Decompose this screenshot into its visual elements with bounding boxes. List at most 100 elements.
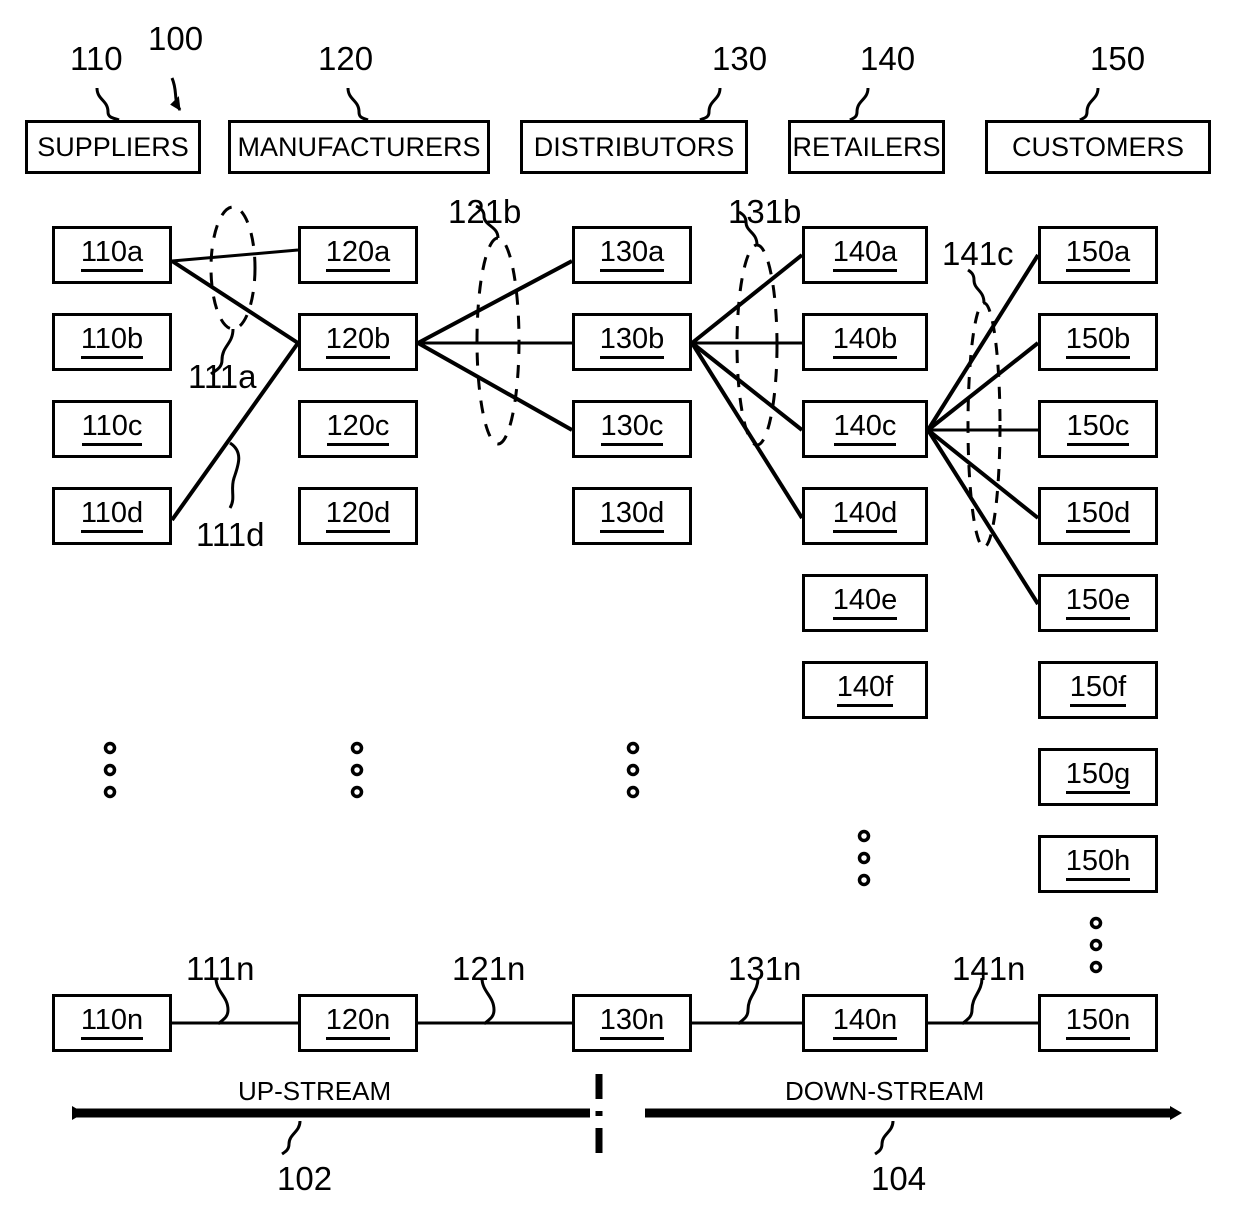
- ref-num-104: 104: [871, 1160, 927, 1197]
- node-label-150g: 150g: [1065, 760, 1131, 794]
- header-label-customers: CUSTOMERS: [1011, 131, 1185, 162]
- node-140c[interactable]: 140c: [802, 400, 928, 458]
- node-label-150a: 150a: [1065, 238, 1131, 272]
- upstream-label: UP-STREAM: [238, 1076, 392, 1106]
- header-label-distributors: DISTRIBUTORS: [533, 131, 735, 162]
- ref-num-120: 120: [318, 40, 374, 77]
- links-manufacturers-distributors: [417, 259, 573, 432]
- figure-number-arrow: [170, 77, 182, 111]
- link-marker-141c: [966, 268, 1002, 549]
- ref-num-121n: 121n: [452, 950, 526, 987]
- node-label-140b: 140b: [832, 325, 898, 359]
- node-label-150e: 150e: [1065, 586, 1131, 620]
- node-130c[interactable]: 130c: [572, 400, 692, 458]
- node-label-150h: 150h: [1065, 847, 1131, 881]
- patent-figure: 100 110 SUPPLIERS 120 MANUFACTURERS 130 …: [0, 0, 1240, 1223]
- ref-num-131n: 131n: [728, 950, 802, 987]
- node-130d[interactable]: 130d: [572, 487, 692, 545]
- node-120n[interactable]: 120n: [298, 994, 418, 1052]
- downstream-label: DOWN-STREAM: [785, 1076, 985, 1106]
- ref-num-141n: 141n: [952, 950, 1026, 987]
- node-label-150d: 150d: [1065, 499, 1131, 533]
- ref-num-150: 150: [1090, 40, 1146, 77]
- ref-num-140: 140: [860, 40, 916, 77]
- ellipsis-dots: [103, 741, 1103, 974]
- node-label-110n: 110n: [80, 1006, 144, 1040]
- node-label-140a: 140a: [832, 238, 898, 272]
- ref-num-111d: 111d: [196, 516, 265, 553]
- link-marker-131b: [735, 210, 779, 447]
- upstream-arrow: [72, 1106, 590, 1156]
- node-label-140c: 140c: [833, 412, 897, 446]
- node-label-150c: 150c: [1066, 412, 1130, 446]
- node-120d[interactable]: 120d: [298, 487, 418, 545]
- header-box-manufacturers: MANUFACTURERS: [228, 120, 490, 174]
- figure-ref-100: 100: [148, 20, 204, 57]
- downstream-arrow: [645, 1106, 1182, 1156]
- node-110c[interactable]: 110c: [52, 400, 172, 458]
- ref-num-111a: 111a: [188, 358, 257, 395]
- node-label-130n: 130n: [599, 1006, 665, 1040]
- header-label-manufacturers: MANUFACTURERS: [237, 131, 481, 162]
- node-label-130d: 130d: [599, 499, 665, 533]
- node-130a[interactable]: 130a: [572, 226, 692, 284]
- header-box-retailers: RETAILERS: [788, 120, 945, 174]
- node-120a[interactable]: 120a: [298, 226, 418, 284]
- node-140b[interactable]: 140b: [802, 313, 928, 371]
- node-label-110b: 110b: [80, 325, 144, 359]
- node-label-110a: 110a: [80, 238, 144, 272]
- node-110d[interactable]: 110d: [52, 487, 172, 545]
- node-140e[interactable]: 140e: [802, 574, 928, 632]
- node-140d[interactable]: 140d: [802, 487, 928, 545]
- ref-num-121b: 121b: [448, 193, 522, 230]
- node-120b[interactable]: 120b: [298, 313, 418, 371]
- link-marker-111d: [228, 441, 241, 509]
- node-150d[interactable]: 150d: [1038, 487, 1158, 545]
- node-label-150f: 150f: [1069, 673, 1127, 707]
- header-box-distributors: DISTRIBUTORS: [520, 120, 748, 174]
- ref-num-111n: 111n: [186, 950, 255, 987]
- ref-num-102: 102: [277, 1160, 333, 1197]
- node-140f[interactable]: 140f: [802, 661, 928, 719]
- node-110b[interactable]: 110b: [52, 313, 172, 371]
- node-150g[interactable]: 150g: [1038, 748, 1158, 806]
- node-label-120b: 120b: [325, 325, 391, 359]
- ref-num-141c: 141c: [942, 235, 1014, 272]
- node-150b[interactable]: 150b: [1038, 313, 1158, 371]
- node-label-130a: 130a: [599, 238, 665, 272]
- ref-num-130: 130: [712, 40, 768, 77]
- node-label-150n: 150n: [1065, 1006, 1131, 1040]
- header-label-retailers: RETAILERS: [792, 131, 941, 162]
- ref-num-110: 110: [70, 40, 123, 77]
- node-150e[interactable]: 150e: [1038, 574, 1158, 632]
- node-label-140f: 140f: [836, 673, 894, 707]
- header-box-suppliers: SUPPLIERS: [25, 120, 201, 174]
- node-label-150b: 150b: [1065, 325, 1131, 359]
- node-label-110d: 110d: [80, 499, 144, 533]
- node-130n[interactable]: 130n: [572, 994, 692, 1052]
- node-150f[interactable]: 150f: [1038, 661, 1158, 719]
- node-150n[interactable]: 150n: [1038, 994, 1158, 1052]
- header-label-suppliers: SUPPLIERS: [37, 131, 189, 162]
- node-140n[interactable]: 140n: [802, 994, 928, 1052]
- node-150h[interactable]: 150h: [1038, 835, 1158, 893]
- node-label-130c: 130c: [600, 412, 664, 446]
- links-retailers-customers: [926, 253, 1040, 606]
- node-130b[interactable]: 130b: [572, 313, 692, 371]
- node-150c[interactable]: 150c: [1038, 400, 1158, 458]
- node-label-120d: 120d: [325, 499, 391, 533]
- node-label-140e: 140e: [832, 586, 898, 620]
- node-label-130b: 130b: [599, 325, 665, 359]
- node-150a[interactable]: 150a: [1038, 226, 1158, 284]
- header-box-customers: CUSTOMERS: [985, 120, 1211, 174]
- node-label-120c: 120c: [326, 412, 390, 446]
- node-120c[interactable]: 120c: [298, 400, 418, 458]
- node-label-140n: 140n: [832, 1006, 898, 1040]
- node-label-110c: 110c: [81, 412, 143, 446]
- node-label-120n: 120n: [325, 1006, 391, 1040]
- header-leader-lines: [95, 87, 1100, 122]
- node-label-140d: 140d: [832, 499, 898, 533]
- node-110n[interactable]: 110n: [52, 994, 172, 1052]
- node-110a[interactable]: 110a: [52, 226, 172, 284]
- node-140a[interactable]: 140a: [802, 226, 928, 284]
